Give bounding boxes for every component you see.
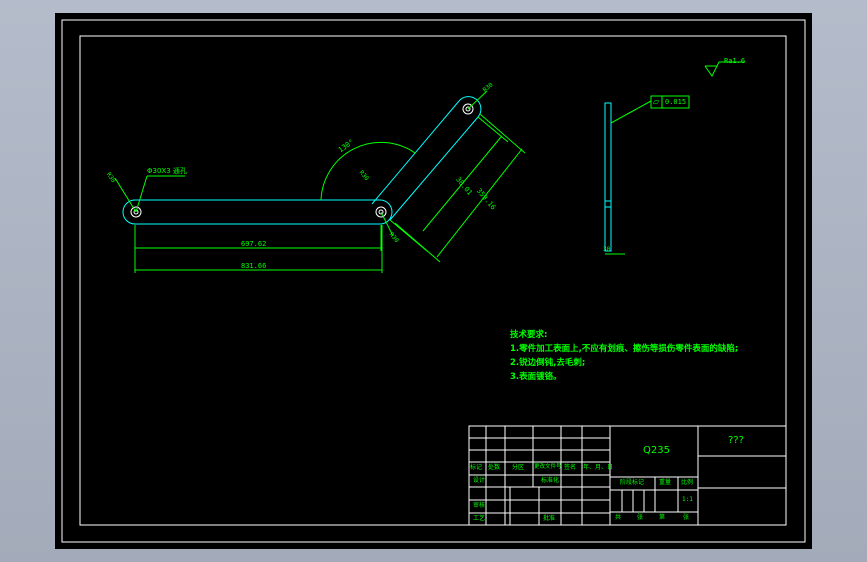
inner-frame xyxy=(79,35,787,526)
row-label-mark: 标记 xyxy=(470,464,483,471)
sheet-total: 共 xyxy=(615,514,622,521)
cad-viewport[interactable]: 697.62 831.66 30.01 359.16 130° R30 R30 … xyxy=(55,13,812,549)
dim-length-overall: 831.66 xyxy=(241,262,267,270)
leaders xyxy=(114,90,488,237)
label-standardization: 标准化 xyxy=(541,477,560,484)
stage-header-mark: 阶段标记 xyxy=(620,479,645,486)
angled-link xyxy=(371,96,482,221)
label-design: 设计 xyxy=(473,477,486,484)
stage-header-weight: 重量 xyxy=(659,479,672,486)
sheet-total-unit: 张 xyxy=(637,514,644,521)
angled-dimensions xyxy=(389,113,526,263)
sheet-number: 第 xyxy=(659,514,666,521)
stage-header-scale: 比例 xyxy=(681,479,694,486)
angle-arc xyxy=(320,141,416,201)
notes-item-3: 3.表面镀铬。 xyxy=(510,372,562,382)
scale-value: 1:1 xyxy=(682,496,693,503)
row-label-sign: 签名 xyxy=(564,464,577,471)
horizontal-link xyxy=(122,199,393,225)
row-label-zone: 分区 xyxy=(512,464,525,471)
hole-callout: Φ30X3 通孔 xyxy=(147,167,187,175)
dim-thickness: 30 xyxy=(603,246,611,253)
label-review: 审核 xyxy=(473,502,486,509)
row-label-date: 年、月、日 xyxy=(583,464,614,471)
label-process: 工艺 xyxy=(473,515,486,522)
notes-item-1: 1.零件加工表面上,不应有划痕、擦伤等损伤零件表面的缺陷; xyxy=(510,344,739,354)
flatness-value: 0.015 xyxy=(665,98,687,106)
row-label-count: 处数 xyxy=(488,464,501,471)
roughness-value: Ra1.6 xyxy=(724,57,746,65)
dim-length-inner: 697.62 xyxy=(241,240,267,248)
notes-item-2: 2.锐边倒钝,去毛刺; xyxy=(510,358,586,368)
technical-notes: 技术要求: 1.零件加工表面上,不应有划痕、擦伤等损伤零件表面的缺陷; 2.锐边… xyxy=(510,328,738,384)
flatness-symbol: ▱ xyxy=(653,97,660,106)
sheet-number-unit: 张 xyxy=(683,514,690,521)
material-label: Q235 xyxy=(643,445,670,456)
side-view xyxy=(604,95,690,255)
row-label-change-doc: 更改文件号 xyxy=(534,464,562,470)
drawing-canvas xyxy=(61,19,806,543)
label-approve: 批准 xyxy=(543,515,556,522)
part-name: ??? xyxy=(728,435,744,446)
outer-frame xyxy=(61,19,806,543)
notes-heading: 技术要求: xyxy=(510,330,548,340)
